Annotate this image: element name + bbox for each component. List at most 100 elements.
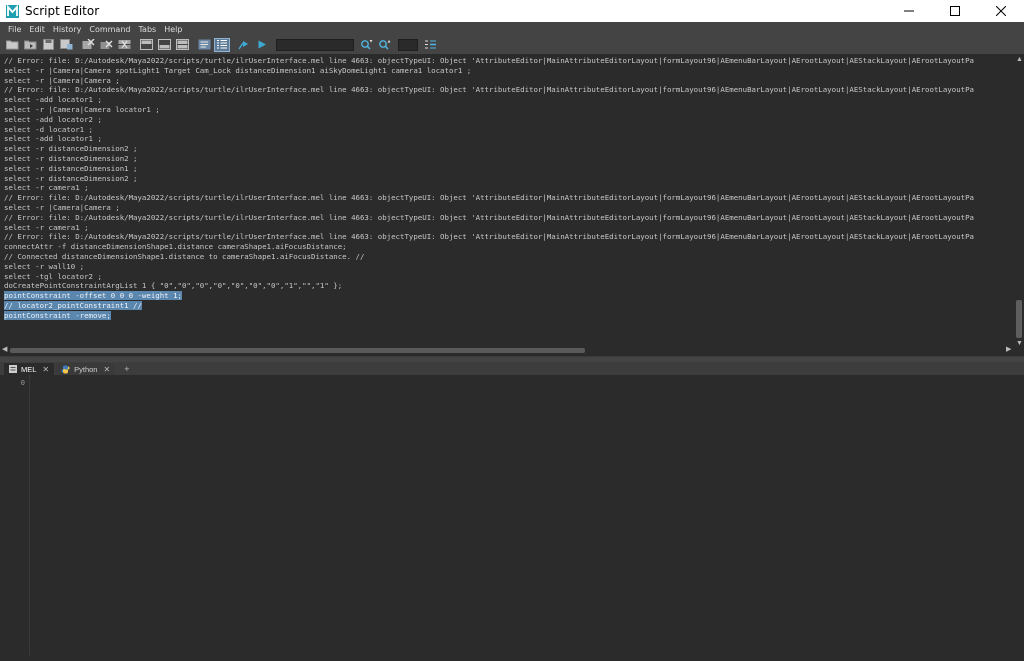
history-line[interactable]: connectAttr -f distanceDimensionShape1.d… — [4, 242, 1014, 252]
mel-icon — [9, 365, 17, 373]
history-line[interactable]: // Error: file: D:/Autodesk/Maya2022/scr… — [4, 213, 1014, 223]
history-line[interactable]: select -r camera1 ; — [4, 223, 1014, 233]
close-tab-icon[interactable]: ✕ — [42, 365, 49, 374]
tab-mel[interactable]: MEL ✕ — [4, 363, 55, 375]
menu-history[interactable]: History — [49, 25, 85, 34]
history-horizontal-scroll-thumb[interactable] — [10, 348, 585, 353]
menu-edit[interactable]: Edit — [25, 25, 49, 34]
echo-commands-icon — [198, 39, 210, 50]
play-icon — [258, 40, 266, 49]
search-down-icon — [360, 40, 372, 50]
source-script-button[interactable] — [22, 38, 38, 52]
maya-logo-icon — [5, 4, 19, 18]
goto-line-icon — [424, 40, 436, 49]
history-vertical-scroll-thumb[interactable] — [1016, 300, 1022, 338]
history-line[interactable]: // Connected distanceDimensionShape1.dis… — [4, 252, 1014, 262]
window-title: Script Editor — [25, 4, 100, 18]
history-output[interactable]: // Error: file: D:/Autodesk/Maya2022/scr… — [4, 56, 1014, 321]
selected-text: // locator2_pointConstraint1 // — [4, 300, 142, 310]
history-line[interactable]: doCreatePointConstraintArgList 1 { "0","… — [4, 281, 1014, 291]
close-button[interactable] — [978, 0, 1024, 22]
history-line-selected[interactable]: // locator2_pointConstraint1 // — [4, 300, 1014, 311]
history-line-selected[interactable]: pointConstraint -offset 0 0 0 -weight 1; — [4, 291, 1014, 301]
history-line[interactable]: select -add locator1 ; — [4, 95, 1014, 105]
save-script-button[interactable] — [40, 38, 56, 52]
history-line-selected[interactable]: pointConstraint -remove; — [4, 310, 1014, 321]
save-to-shelf-icon — [59, 39, 72, 50]
tab-mel-label: MEL — [21, 364, 37, 374]
history-line[interactable]: // Error: file: D:/Autodesk/Maya2022/scr… — [4, 85, 1014, 95]
history-line[interactable]: select -add locator2 ; — [4, 115, 1014, 125]
history-line[interactable]: select -r |Camera|Camera locator1 ; — [4, 105, 1014, 115]
tab-python[interactable]: Python ✕ — [56, 363, 116, 375]
search-up-icon — [378, 40, 390, 50]
line-numbers-icon — [217, 40, 227, 49]
menu-bar: File Edit History Command Tabs Help — [0, 22, 1024, 36]
history-vertical-scrollbar[interactable]: ▲ ▼ — [1015, 56, 1023, 352]
history-line[interactable]: select -r camera1 ; — [4, 183, 1014, 193]
split-pane-icon — [175, 39, 189, 50]
clear-input-icon — [100, 40, 112, 49]
history-line[interactable]: // Error: file: D:/Autodesk/Maya2022/scr… — [4, 56, 1014, 66]
selected-text: pointConstraint -offset 0 0 0 -weight 1; — [4, 291, 182, 301]
history-line[interactable]: select -add locator1 ; — [4, 134, 1014, 144]
add-tab-button[interactable]: + — [117, 363, 136, 375]
scroll-right-arrow-icon[interactable]: ▶ — [1006, 346, 1011, 354]
history-line[interactable]: // Error: file: D:/Autodesk/Maya2022/scr… — [4, 232, 1014, 242]
line-number: 0 — [20, 379, 25, 387]
history-line[interactable]: select -r |Camera|Camera spotLight1 Targ… — [4, 66, 1014, 76]
history-line[interactable]: select -tgl locator2 ; — [4, 272, 1014, 282]
history-line[interactable]: select -r wall10 ; — [4, 262, 1014, 272]
execute-selected-button[interactable] — [236, 38, 252, 52]
open-script-button[interactable] — [4, 38, 20, 52]
maximize-button[interactable] — [932, 0, 978, 22]
menu-help[interactable]: Help — [160, 25, 186, 34]
search-down-button[interactable] — [358, 38, 374, 52]
minimize-icon — [904, 10, 914, 12]
goto-line-field[interactable] — [398, 38, 418, 51]
history-line[interactable]: select -r distanceDimension2 ; — [4, 154, 1014, 164]
history-line[interactable]: select -r distanceDimension2 ; — [4, 174, 1014, 184]
clear-input-button[interactable] — [98, 38, 114, 52]
history-line[interactable]: select -d locator1 ; — [4, 125, 1014, 135]
history-line[interactable]: // Error: file: D:/Autodesk/Maya2022/scr… — [4, 193, 1014, 203]
line-number-gutter: 0 — [4, 375, 30, 655]
show-line-numbers-button[interactable] — [214, 37, 230, 52]
save-script-to-shelf-button[interactable] — [58, 38, 74, 52]
scroll-left-arrow-icon[interactable]: ◀ — [2, 346, 7, 354]
toolbar — [0, 36, 1024, 53]
menu-tabs[interactable]: Tabs — [134, 25, 160, 34]
menu-command[interactable]: Command — [85, 25, 134, 34]
execute-all-button[interactable] — [254, 38, 270, 52]
clear-all-button[interactable] — [116, 38, 132, 52]
close-icon — [996, 6, 1006, 16]
script-input-field[interactable] — [30, 375, 1014, 655]
history-line[interactable]: select -r distanceDimension2 ; — [4, 144, 1014, 154]
echo-all-commands-button[interactable] — [196, 38, 212, 52]
history-line[interactable]: select -r |Camera|Camera ; — [4, 76, 1014, 86]
history-line[interactable]: select -r |Camera|Camera ; — [4, 203, 1014, 213]
search-up-button[interactable] — [376, 38, 392, 52]
execute-selected-icon — [238, 41, 248, 50]
tab-python-label: Python — [74, 364, 98, 374]
menu-file[interactable]: File — [4, 25, 25, 34]
clear-history-button[interactable] — [80, 38, 96, 52]
goto-line-button[interactable] — [422, 38, 438, 52]
history-pane[interactable]: // Error: file: D:/Autodesk/Maya2022/scr… — [0, 54, 1024, 356]
history-line[interactable]: select -r distanceDimension1 ; — [4, 164, 1014, 174]
close-tab-icon[interactable]: ✕ — [103, 365, 110, 374]
open-folder-icon — [5, 40, 18, 50]
show-both-button[interactable] — [174, 38, 190, 52]
show-input-button[interactable] — [156, 38, 172, 52]
scroll-up-arrow-icon[interactable]: ▲ — [1016, 56, 1023, 64]
window-controls — [886, 0, 1024, 22]
save-icon — [42, 39, 54, 50]
show-history-button[interactable] — [138, 38, 154, 52]
search-field[interactable] — [276, 38, 354, 51]
maximize-icon — [950, 6, 960, 16]
scroll-down-arrow-icon[interactable]: ▼ — [1016, 340, 1023, 348]
clear-all-icon — [118, 40, 130, 49]
minimize-button[interactable] — [886, 0, 932, 22]
history-horizontal-scrollbar[interactable]: ◀ ▶ — [0, 346, 1014, 354]
python-icon — [61, 365, 70, 374]
